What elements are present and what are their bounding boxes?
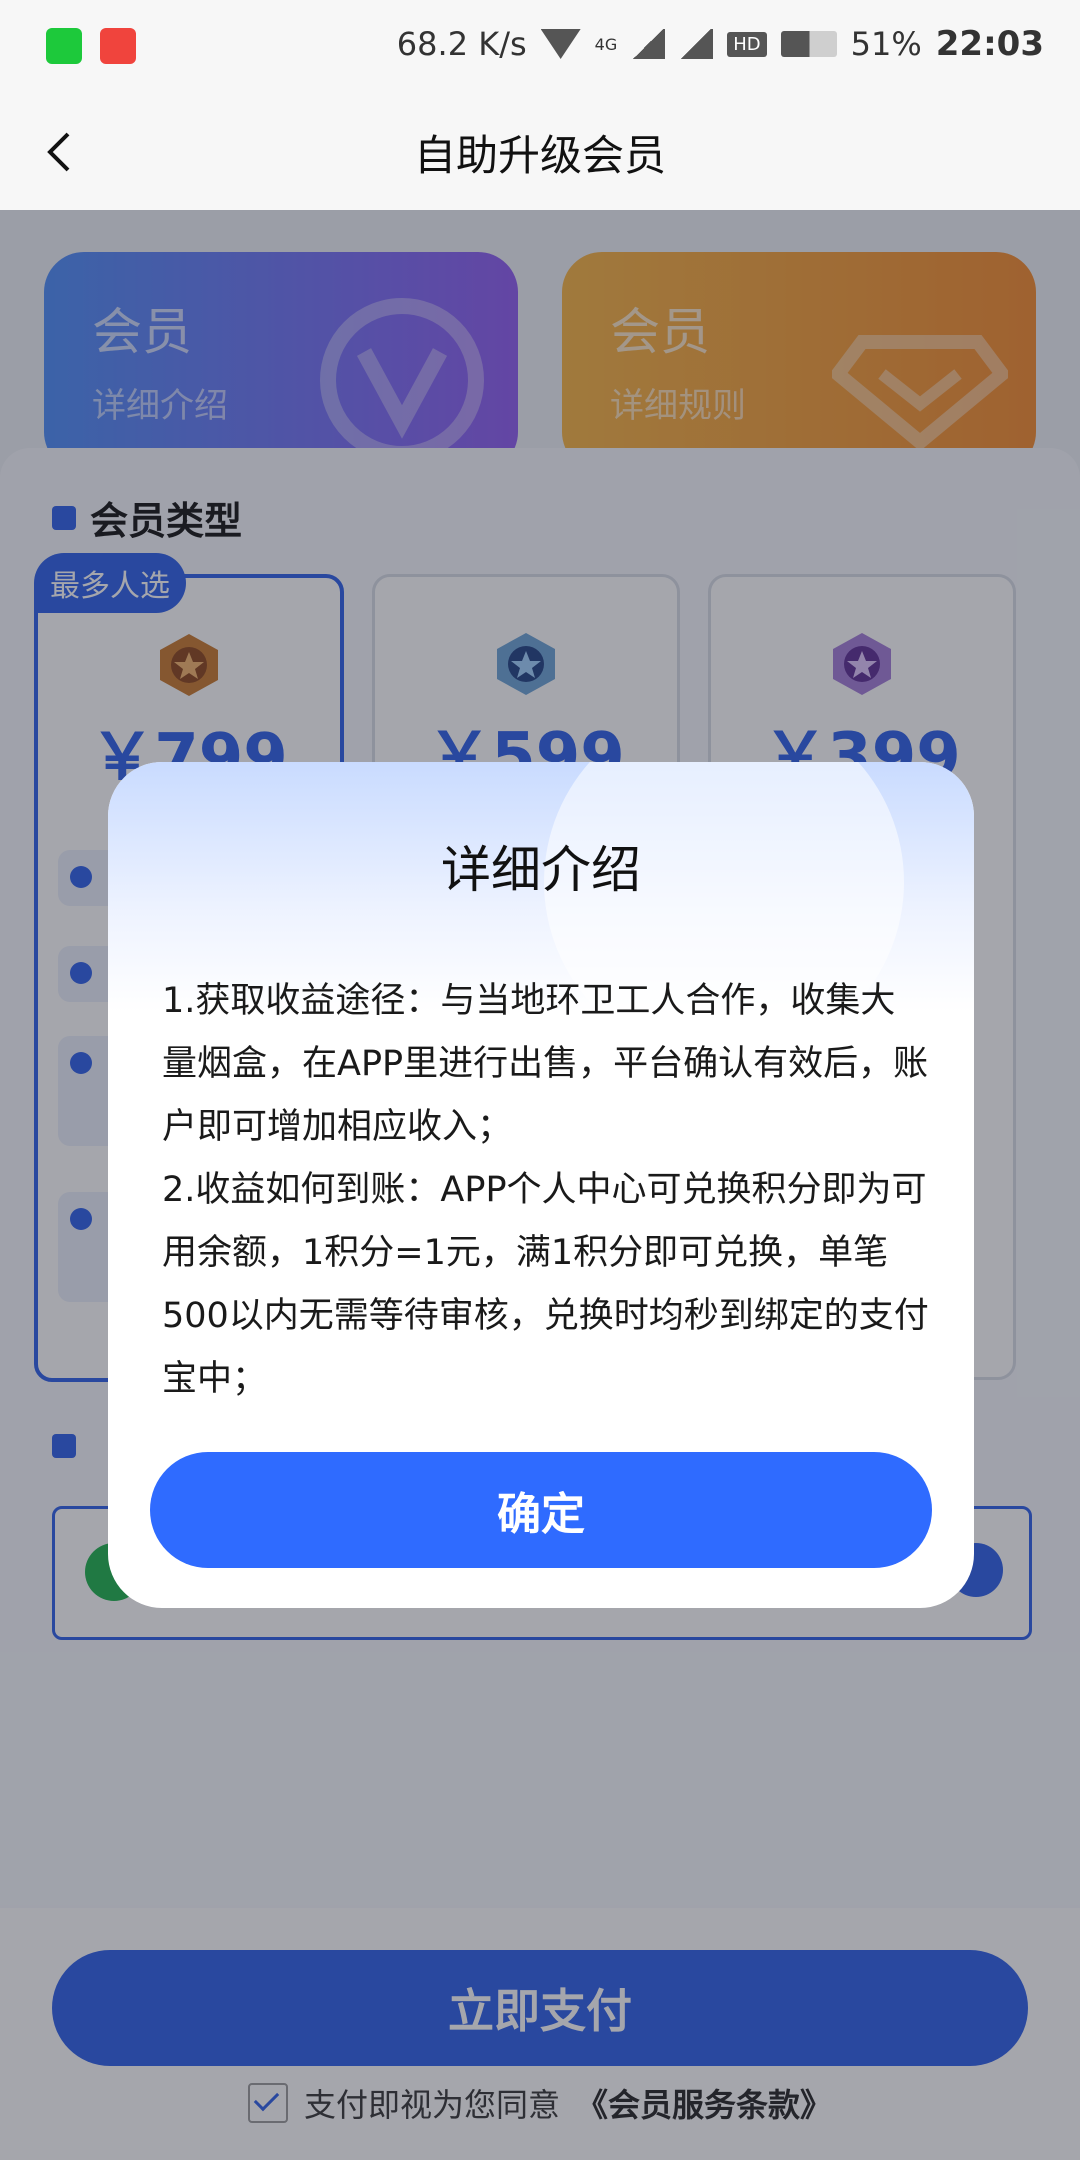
network-type: 4G xyxy=(594,34,618,54)
battery-icon xyxy=(780,31,837,57)
signal-icon xyxy=(631,29,666,59)
page-title: 自助升级会员 xyxy=(413,131,666,180)
dialog-paragraph: 2.收益如何到账：APP个人中心可兑换积分即为可用余额，1积分=1元，满1积分即… xyxy=(162,1170,929,1399)
screen: 68.2 K/s 4G HD 51% 22:03 自助升级会员 会员 详细介绍 … xyxy=(0,0,1080,2160)
confirm-button[interactable]: 确定 xyxy=(150,1452,932,1568)
clock: 22:03 xyxy=(935,24,1044,64)
detail-intro-dialog: 详细介绍 1.获取收益途径：与当地环卫工人合作，收集大量烟盒，在APP里进行出售… xyxy=(108,762,974,1608)
notification-icons xyxy=(46,28,136,64)
wifi-icon xyxy=(540,29,581,59)
app-header: 自助升级会员 xyxy=(0,96,1080,210)
dialog-title: 详细介绍 xyxy=(441,841,641,899)
dialog-body: 1.获取收益途径：与当地环卫工人合作，收集大量烟盒，在APP里进行出售，平台确认… xyxy=(162,970,930,1411)
net-speed: 68.2 K/s xyxy=(396,25,527,63)
system-status: 68.2 K/s 4G HD 51% 22:03 xyxy=(397,24,1044,64)
dialog-paragraph: 1.获取收益途径：与当地环卫工人合作，收集大量烟盒，在APP里进行出售，平台确认… xyxy=(162,981,929,1147)
status-bar: 68.2 K/s 4G HD 51% 22:03 xyxy=(0,0,1080,96)
xiaohongshu-notification-icon xyxy=(100,28,136,64)
app-notification-icon xyxy=(46,28,82,64)
signal-icon-2 xyxy=(679,29,714,59)
battery-percent: 51% xyxy=(850,25,922,63)
hd-icon: HD xyxy=(727,31,767,57)
